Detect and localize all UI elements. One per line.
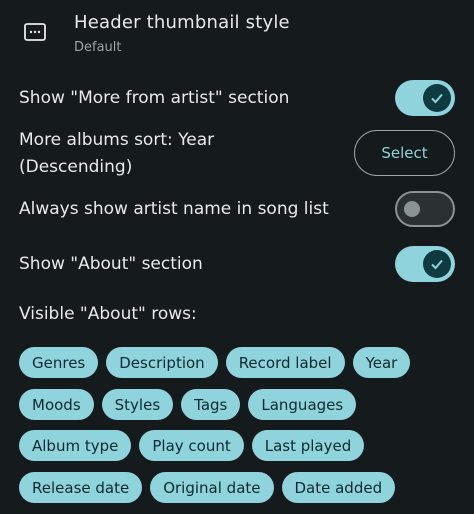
chip-genres[interactable]: Genres: [19, 347, 99, 378]
always-artist-name-toggle[interactable]: [395, 191, 455, 227]
about-rows-chips-row-4: Release date Original date Date added: [19, 472, 396, 503]
about-rows-chips-row-2: Moods Styles Tags Languages: [19, 389, 357, 420]
header-thumbnail-style-setting[interactable]: Header thumbnail style Default: [0, 0, 474, 66]
always-artist-name-label: Always show artist name in song list: [19, 199, 329, 219]
chip-record-label[interactable]: Record label: [225, 347, 345, 378]
chip-album-type[interactable]: Album type: [19, 430, 132, 461]
chip-description[interactable]: Description: [106, 347, 218, 378]
show-about-label: Show "About" section: [19, 254, 203, 274]
more-from-artist-label: Show "More from artist" section: [19, 88, 290, 108]
albums-sort-label-line1: More albums sort: Year: [19, 130, 215, 150]
check-icon: [431, 93, 443, 104]
toggle-thumb: [423, 84, 451, 112]
chip-original-date[interactable]: Original date: [150, 472, 274, 503]
chip-play-count[interactable]: Play count: [139, 430, 244, 461]
picture-icon: [24, 22, 46, 42]
albums-sort-label-line2: (Descending): [19, 157, 133, 177]
check-icon: [431, 259, 443, 270]
albums-sort-select-button[interactable]: Select: [354, 130, 455, 176]
visible-about-rows-label: Visible "About" rows:: [19, 304, 197, 324]
chip-tags[interactable]: Tags: [181, 389, 241, 420]
toggle-thumb: [404, 201, 420, 217]
show-about-toggle[interactable]: [395, 246, 455, 282]
chip-last-played[interactable]: Last played: [251, 430, 365, 461]
about-rows-chips-row-1: Genres Description Record label Year: [19, 347, 411, 378]
chip-date-added[interactable]: Date added: [281, 472, 396, 503]
chip-languages[interactable]: Languages: [248, 389, 357, 420]
about-rows-chips-row-3: Album type Play count Last played: [19, 430, 365, 461]
chip-styles[interactable]: Styles: [101, 389, 174, 420]
toggle-thumb: [423, 250, 451, 278]
header-thumbnail-style-title: Header thumbnail style: [74, 12, 290, 33]
header-thumbnail-style-value: Default: [74, 40, 122, 55]
chip-release-date[interactable]: Release date: [19, 472, 143, 503]
chip-year[interactable]: Year: [352, 347, 411, 378]
chip-moods[interactable]: Moods: [19, 389, 94, 420]
more-from-artist-toggle[interactable]: [395, 80, 455, 116]
